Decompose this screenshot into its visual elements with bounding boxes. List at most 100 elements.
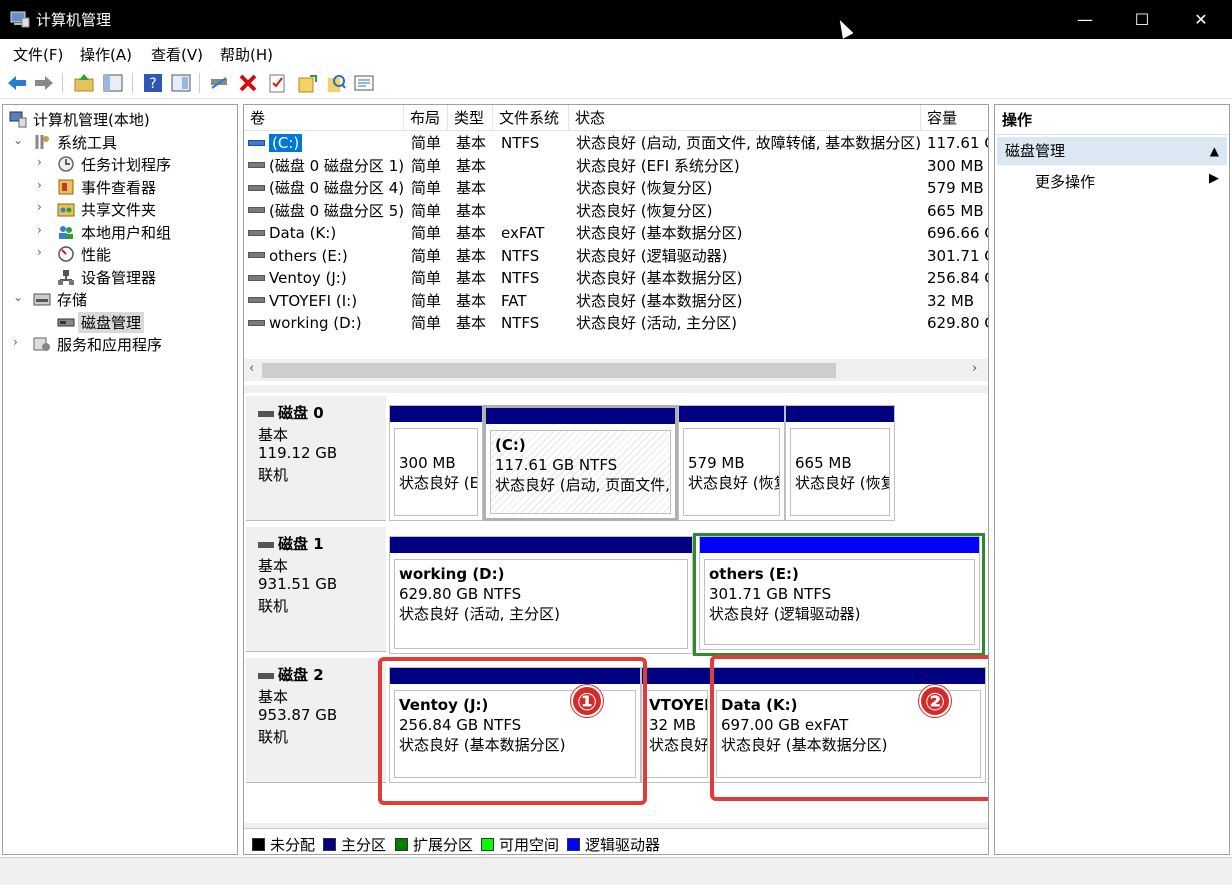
minimize-button[interactable]: — — [1056, 0, 1114, 39]
table-row[interactable]: VTOYEFI (I:) 简单 基本 FAT 状态良好 (基本数据分区) 32 … — [244, 290, 988, 313]
tree-item-shared-folders[interactable]: › 共享文件夹 — [7, 198, 237, 220]
table-row[interactable]: working (D:) 简单 基本 NTFS 状态良好 (活动, 主分区) 6… — [244, 312, 988, 335]
horizontal-scrollbar[interactable]: ‹ › — [244, 359, 988, 381]
partition-e[interactable]: others (E:) 301.71 GB NTFS 状态良好 (逻辑驱动器) — [699, 536, 980, 650]
legend-swatch-primary — [323, 838, 336, 851]
users-icon — [59, 226, 73, 239]
tree-item-event-viewer[interactable]: › 事件查看器 — [7, 176, 237, 198]
disk-state: 联机 — [258, 728, 289, 746]
partition-i[interactable]: VTOYEFI 32 MB 状态良好 (基本数据分区) — [641, 667, 711, 783]
actions-section-disk-management[interactable]: 磁盘管理 ▲ — [997, 137, 1227, 165]
tree-item-root[interactable]: 计算机管理(本地) — [7, 108, 237, 130]
search-icon[interactable] — [325, 72, 347, 94]
col-header-status[interactable]: 状态 — [569, 105, 921, 131]
folder-up-icon[interactable] — [73, 72, 95, 94]
forward-arrow-icon[interactable] — [33, 72, 55, 94]
partition-recovery-4[interactable]: 579 MB 状态良好 (恢复分区) — [678, 405, 785, 521]
annotation-mark-1: ① — [571, 685, 603, 717]
menu-help[interactable]: 帮助(H) — [220, 44, 273, 65]
chevron-right-icon[interactable]: › — [37, 200, 49, 214]
menu-bar: 文件(F) 操作(A) 查看(V) 帮助(H) — [0, 39, 1232, 67]
chevron-right-icon[interactable]: › — [37, 155, 49, 169]
table-row[interactable]: Data (K:) 简单 基本 exFAT 状态良好 (基本数据分区) 696.… — [244, 222, 988, 245]
chevron-right-icon[interactable]: › — [37, 223, 49, 237]
storage-icon — [33, 293, 51, 306]
tree-item-system-tools[interactable]: ⌄ 系统工具 — [7, 131, 237, 153]
folder-open-icon[interactable] — [296, 72, 318, 94]
svg-text:?: ? — [149, 76, 156, 92]
chevron-right-icon[interactable]: › — [37, 245, 49, 259]
properties-icon[interactable] — [353, 72, 375, 94]
legend-swatch-free — [481, 838, 494, 851]
partition-d[interactable]: working (D:) 629.80 GB NTFS 状态良好 (活动, 主分… — [389, 536, 693, 654]
tree-item-device-manager[interactable]: 设备管理器 — [7, 266, 237, 288]
title-bar: 计算机管理 — ☐ ✕ — [0, 0, 1232, 39]
col-header-filesystem[interactable]: 文件系统 — [493, 105, 569, 131]
tree-item-task-scheduler[interactable]: › 任务计划程序 — [7, 153, 237, 175]
disk-1-label[interactable]: 磁盘 1 基本 931.51 GB 联机 — [246, 527, 386, 652]
table-row[interactable]: (磁盘 0 磁盘分区 5) 简单 基本 状态良好 (恢复分区) 665 MB — [244, 200, 988, 223]
menu-view[interactable]: 查看(V) — [151, 44, 203, 65]
maximize-button[interactable]: ☐ — [1113, 0, 1171, 39]
cell-type: 基本 — [456, 224, 487, 242]
chevron-down-icon[interactable]: ⌄ — [13, 290, 25, 304]
col-header-layout[interactable]: 布局 — [404, 105, 448, 131]
col-header-capacity[interactable]: 容量 — [921, 105, 988, 131]
menu-action[interactable]: 操作(A) — [80, 44, 132, 65]
volume-list: 卷 布局 类型 文件系统 状态 容量 (C:) 简单 基本 NTFS 状态良好 … — [244, 105, 988, 385]
chevron-right-icon[interactable]: › — [13, 335, 25, 349]
chevron-down-icon[interactable]: ⌄ — [13, 133, 25, 147]
cell-volume: (磁盘 0 磁盘分区 4) — [269, 179, 404, 197]
submenu-arrow-icon[interactable]: ▶ — [1209, 171, 1219, 186]
cell-filesystem — [501, 200, 569, 222]
view-icon[interactable] — [170, 72, 192, 94]
more-actions-item[interactable]: 更多操作 — [1035, 171, 1095, 192]
scroll-right-icon[interactable]: › — [972, 361, 977, 376]
tree-item-performance[interactable]: › 性能 — [7, 243, 237, 265]
col-header-type[interactable]: 类型 — [448, 105, 493, 131]
scrollbar-thumb[interactable] — [262, 363, 836, 378]
table-row[interactable]: (磁盘 0 磁盘分区 4) 简单 基本 状态良好 (恢复分区) 579 MB — [244, 177, 988, 200]
drive-icon — [248, 162, 265, 168]
partition-efi[interactable]: 300 MB 状态良好 (EFI 系统分区) — [389, 405, 483, 521]
cell-volume: (磁盘 0 磁盘分区 5) — [269, 201, 404, 220]
cell-status: 状态良好 (恢复分区) — [576, 201, 713, 220]
help-icon[interactable]: ? — [142, 72, 164, 94]
show-hide-tree-icon[interactable] — [102, 72, 124, 94]
drive-icon — [248, 229, 265, 236]
drive-icon — [248, 297, 265, 303]
collapse-icon[interactable]: ▲ — [1210, 137, 1219, 165]
table-row[interactable]: Ventoy (J:) 简单 基本 NTFS 状态良好 (基本数据分区) 256… — [244, 267, 988, 290]
back-arrow-icon[interactable] — [6, 72, 28, 94]
disk-size: 953.87 GB — [258, 706, 338, 724]
disk-2-label[interactable]: 磁盘 2 基本 953.87 GB 联机 — [246, 658, 386, 783]
tree-label-storage: 存储 — [57, 291, 88, 309]
check-icon[interactable] — [266, 72, 288, 94]
partition-c[interactable]: (C:) 117.61 GB NTFS 状态良好 (启动, 页面文件, 故障转储… — [483, 405, 678, 521]
table-row[interactable]: (C:) 简单 基本 NTFS 状态良好 (启动, 页面文件, 故障转储, 基本… — [244, 132, 988, 155]
partition-size: 579 MB — [688, 454, 745, 472]
close-button[interactable]: ✕ — [1172, 0, 1230, 39]
tree-item-disk-management[interactable]: 磁盘管理 — [7, 311, 237, 333]
tree-label-shared-folders: 共享文件夹 — [81, 201, 157, 219]
legend-swatch-extended — [395, 838, 408, 851]
delete-icon[interactable] — [237, 72, 259, 94]
chevron-right-icon[interactable]: › — [37, 178, 49, 192]
tree-item-services-apps[interactable]: › 服务和应用程序 — [7, 333, 237, 355]
cell-filesystem: NTFS — [501, 134, 540, 152]
cell-filesystem — [501, 155, 569, 177]
table-row[interactable]: others (E:) 简单 基本 NTFS 状态良好 (逻辑驱动器) 301.… — [244, 245, 988, 268]
tree-item-local-users[interactable]: › 本地用户和组 — [7, 221, 237, 243]
tree-item-storage[interactable]: ⌄ 存储 — [7, 288, 237, 310]
cell-filesystem: NTFS — [501, 269, 540, 287]
connect-icon[interactable] — [208, 72, 230, 94]
cell-filesystem: NTFS — [501, 314, 540, 332]
table-row[interactable]: (磁盘 0 磁盘分区 1) 简单 基本 状态良好 (EFI 系统分区) 300 … — [244, 155, 988, 178]
col-header-volume[interactable]: 卷 — [244, 105, 404, 131]
scroll-left-icon[interactable]: ‹ — [249, 361, 254, 376]
cell-volume: working (D:) — [269, 314, 362, 332]
partition-recovery-5[interactable]: 665 MB 状态良好 (恢复分区) — [785, 405, 895, 521]
menu-file[interactable]: 文件(F) — [13, 44, 63, 65]
shared-folder-icon — [57, 203, 75, 217]
disk-0-label[interactable]: 磁盘 0 基本 119.12 GB 联机 — [246, 396, 386, 521]
